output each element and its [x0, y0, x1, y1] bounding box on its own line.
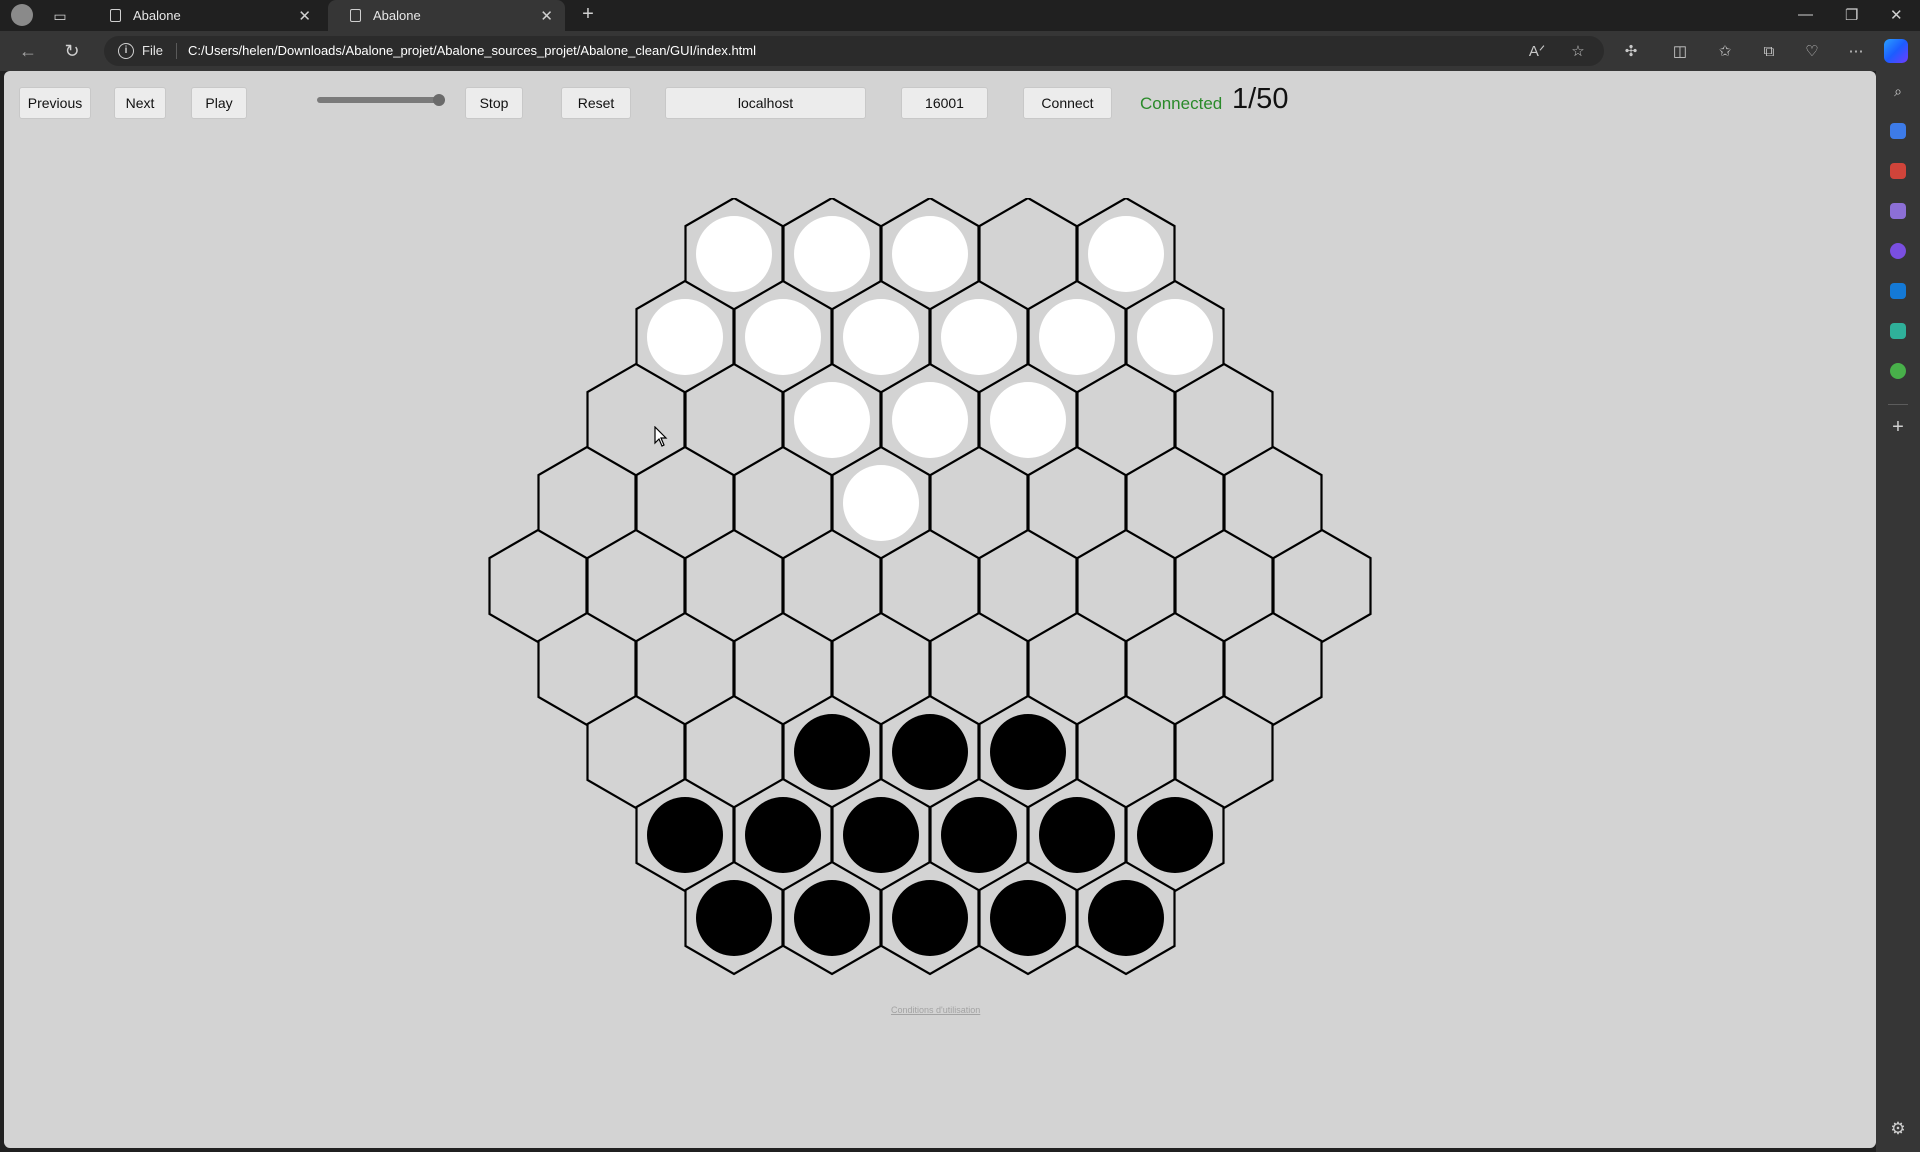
move-counter: 1/50 — [1232, 83, 1289, 115]
white-marble[interactable] — [647, 299, 723, 375]
black-marble[interactable] — [843, 797, 919, 873]
white-marble[interactable] — [990, 382, 1066, 458]
new-tab-icon[interactable]: + — [578, 3, 598, 25]
white-marble[interactable] — [1088, 216, 1164, 292]
designer-icon[interactable] — [1888, 321, 1908, 341]
outlook-icon[interactable] — [1888, 281, 1908, 301]
scheme-label: File — [142, 43, 163, 58]
black-marble[interactable] — [892, 880, 968, 956]
url-text[interactable]: C:/Users/helen/Downloads/Abalone_projet/… — [188, 43, 756, 58]
host-input[interactable] — [665, 87, 866, 119]
white-marble[interactable] — [892, 382, 968, 458]
favorites-icon[interactable]: ✩ — [1713, 39, 1737, 63]
white-marble[interactable] — [843, 299, 919, 375]
shopping-icon[interactable] — [1888, 121, 1908, 141]
favorite-star-icon[interactable]: ☆ — [1566, 39, 1590, 63]
black-marble[interactable] — [1088, 880, 1164, 956]
speed-slider[interactable] — [317, 94, 445, 106]
window-close-icon[interactable]: ✕ — [1890, 6, 1903, 24]
white-marble[interactable] — [892, 216, 968, 292]
black-marble[interactable] — [794, 880, 870, 956]
tab-title: Abalone — [373, 8, 421, 23]
white-marble[interactable] — [1137, 299, 1213, 375]
black-marble[interactable] — [1039, 797, 1115, 873]
previous-button[interactable]: Previous — [19, 87, 91, 119]
refresh-icon[interactable]: ↻ — [60, 39, 84, 63]
tab-close-icon[interactable]: ✕ — [298, 7, 311, 25]
tab-close-icon[interactable]: ✕ — [540, 7, 553, 25]
drop-icon[interactable] — [1888, 361, 1908, 381]
mouse-cursor-icon — [654, 426, 668, 447]
white-marble[interactable] — [941, 299, 1017, 375]
more-menu-icon[interactable]: ⋯ — [1844, 39, 1868, 63]
browser-tab[interactable]: Abalone ✕ — [88, 0, 323, 31]
collections-icon[interactable]: ⧉ — [1757, 39, 1781, 63]
black-marble[interactable] — [745, 797, 821, 873]
footer-link[interactable]: Conditions d'utilisation — [891, 1005, 980, 1015]
split-screen-icon[interactable]: ◫ — [1668, 39, 1692, 63]
copilot-icon[interactable] — [1884, 39, 1908, 63]
play-button[interactable]: Play — [191, 87, 247, 119]
browser-tab-active[interactable]: Abalone ✕ — [328, 0, 565, 31]
black-marble[interactable] — [990, 714, 1066, 790]
next-button[interactable]: Next — [114, 87, 166, 119]
browser-tab-bar: ▭ Abalone ✕ Abalone ✕ + — ❐ ✕ — [0, 0, 1920, 31]
white-marble[interactable] — [794, 216, 870, 292]
speed-slider-handle[interactable] — [433, 94, 445, 106]
white-marble[interactable] — [794, 382, 870, 458]
divider — [176, 43, 177, 59]
tools-icon[interactable] — [1888, 161, 1908, 181]
tab-title: Abalone — [133, 8, 181, 23]
white-marble[interactable] — [696, 216, 772, 292]
black-marble[interactable] — [696, 880, 772, 956]
black-marble[interactable] — [990, 880, 1066, 956]
search-icon[interactable]: ⌕ — [1888, 81, 1908, 101]
connect-button[interactable]: Connect — [1023, 87, 1112, 119]
page-favicon-icon — [110, 9, 121, 22]
add-sidebar-icon[interactable]: + — [1888, 416, 1908, 438]
white-marble[interactable] — [745, 299, 821, 375]
info-icon[interactable]: i — [118, 43, 134, 59]
abalone-board[interactable] — [484, 198, 1376, 998]
black-marble[interactable] — [892, 714, 968, 790]
black-marble[interactable] — [794, 714, 870, 790]
black-marble[interactable] — [647, 797, 723, 873]
page-favicon-icon — [350, 9, 361, 22]
white-marble[interactable] — [843, 465, 919, 541]
settings-gear-icon[interactable]: ⚙ — [1888, 1119, 1908, 1139]
back-icon[interactable]: ← — [16, 39, 40, 63]
browser-essentials-icon[interactable]: ♡ — [1800, 39, 1824, 63]
connection-status: Connected — [1140, 94, 1223, 113]
black-marble[interactable] — [1137, 797, 1213, 873]
minimize-icon[interactable]: — — [1798, 6, 1813, 23]
microsoft-365-icon[interactable] — [1888, 241, 1908, 261]
page-viewport: Previous Next Play Stop Reset Connect Co… — [4, 71, 1876, 1148]
tab-actions-icon[interactable]: ▭ — [50, 6, 70, 26]
divider — [1888, 404, 1908, 405]
read-aloud-icon[interactable]: Aᐟ — [1525, 39, 1549, 63]
stop-button[interactable]: Stop — [465, 87, 523, 119]
restore-icon[interactable]: ❐ — [1845, 6, 1858, 24]
port-input[interactable] — [901, 87, 988, 119]
browser-toolbar: ← ↻ i File C:/Users/helen/Downloads/Abal… — [0, 31, 1920, 71]
address-bar[interactable]: i File C:/Users/helen/Downloads/Abalone_… — [104, 36, 1604, 66]
extensions-icon[interactable]: ✣ — [1619, 39, 1643, 63]
profile-avatar-icon[interactable] — [11, 4, 33, 26]
browser-sidebar: ⌕ + ⚙ — [1876, 71, 1920, 1152]
white-marble[interactable] — [1039, 299, 1115, 375]
reset-button[interactable]: Reset — [561, 87, 631, 119]
people-icon[interactable] — [1888, 201, 1908, 221]
black-marble[interactable] — [941, 797, 1017, 873]
